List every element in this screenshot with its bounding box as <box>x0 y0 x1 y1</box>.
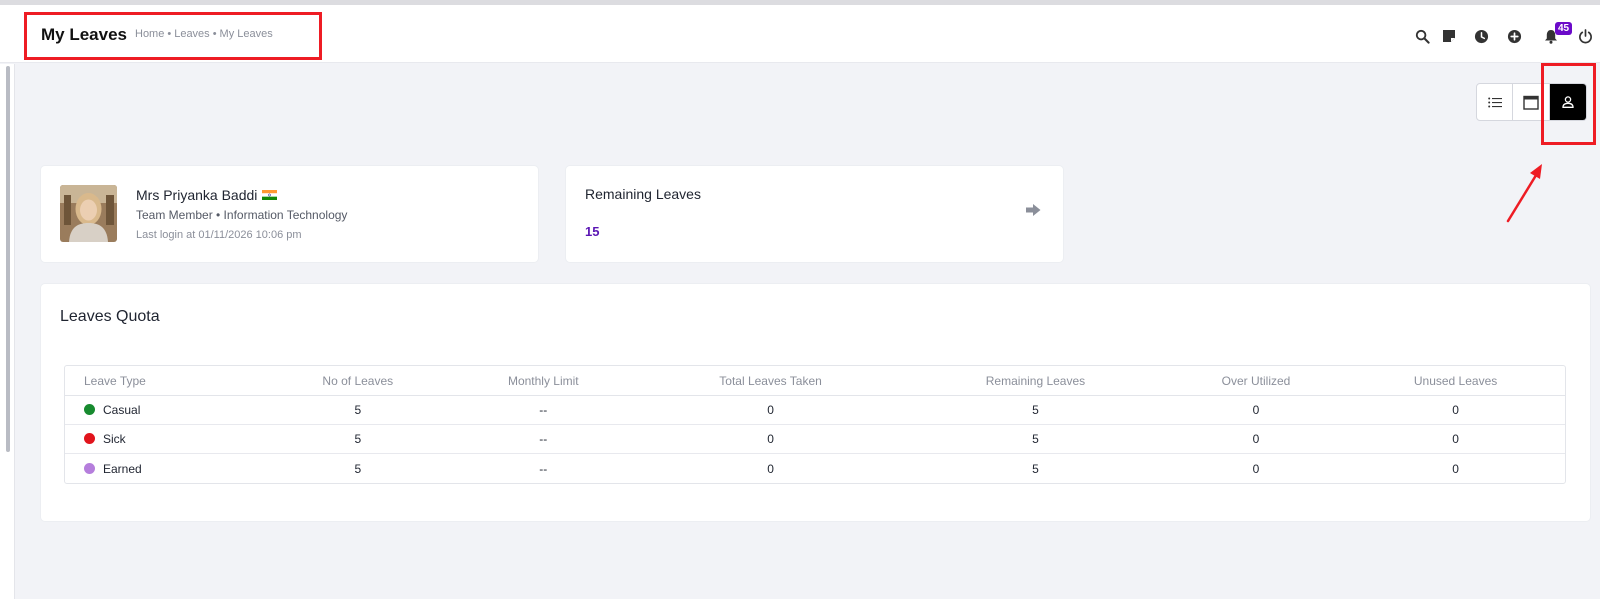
column-header: Total Leaves Taken <box>636 366 906 396</box>
breadcrumb-home[interactable]: Home <box>135 28 164 40</box>
column-header: Leave Type <box>65 366 265 396</box>
calendar-view-icon <box>1523 95 1539 110</box>
calendar-view-button[interactable] <box>1513 84 1550 120</box>
table-cell: 0 <box>1346 396 1565 425</box>
remaining-leaves-card: Remaining Leaves 15 <box>566 166 1063 262</box>
table-cell: 5 <box>265 425 451 454</box>
profile-view-icon <box>1562 96 1574 108</box>
table-cell: 0 <box>767 461 774 476</box>
table-cell: 0 <box>636 425 906 454</box>
search-icon[interactable] <box>1413 27 1431 45</box>
table-cell: -- <box>450 425 637 454</box>
table-cell: 5 <box>905 425 1166 454</box>
last-login: Last login at 01/11/2026 10:06 pm <box>136 229 302 241</box>
leave-color-dot <box>84 433 95 444</box>
leaves-quota-card: Leaves Quota Leave Type No of Leaves Mon… <box>41 284 1590 521</box>
breadcrumb-separator: • <box>167 28 172 40</box>
breadcrumb-leaves[interactable]: Leaves <box>174 28 209 40</box>
table-cell: 0 <box>1452 461 1459 476</box>
leave-type-cell: Casual <box>65 396 265 425</box>
table-row: Earned 5 -- 0 5 0 0 <box>65 454 1565 483</box>
view-toggle <box>1476 83 1587 121</box>
table-header-row: Leave Type No of Leaves Monthly Limit To… <box>65 366 1565 396</box>
table-cell: 5 <box>265 396 451 425</box>
leave-color-dot <box>84 404 95 415</box>
leave-type: Sick <box>103 432 126 446</box>
profile-name-row: Mrs Priyanka Baddi <box>136 187 278 203</box>
leave-type-cell: Earned <box>65 454 265 483</box>
left-scrollbar[interactable] <box>6 66 10 452</box>
leave-type-cell: Sick <box>65 425 265 454</box>
column-header: Unused Leaves <box>1346 366 1565 396</box>
leave-type: Casual <box>103 403 141 417</box>
leaves-quota-title: Leaves Quota <box>60 308 160 325</box>
avatar <box>60 185 117 242</box>
sticky-note-icon[interactable] <box>1440 27 1458 45</box>
list-view-icon <box>1487 97 1502 107</box>
clock-icon[interactable] <box>1472 27 1490 45</box>
india-flag-icon <box>262 190 278 200</box>
list-view-button[interactable] <box>1477 84 1514 120</box>
breadcrumb: Home • Leaves • My Leaves <box>135 28 273 40</box>
column-header: Monthly Limit <box>450 366 637 396</box>
column-header: No of Leaves <box>265 366 451 396</box>
table-row: Casual 5 -- 0 5 0 0 <box>65 396 1565 425</box>
profile-name: Mrs Priyanka Baddi <box>136 187 258 203</box>
table-cell: -- <box>539 461 548 476</box>
table-cell: 0 <box>1165 425 1347 454</box>
table-cell: 0 <box>1252 461 1260 476</box>
table-cell: 5 <box>1032 461 1039 476</box>
leave-type: Earned <box>103 461 142 476</box>
remaining-leaves-value: 15 <box>585 224 600 239</box>
profile-role: Team Member • Information Technology <box>136 208 348 222</box>
column-header: Remaining Leaves <box>905 366 1166 396</box>
plus-circle-icon[interactable] <box>1505 27 1523 45</box>
page-title: My Leaves <box>41 25 127 44</box>
table-cell: 0 <box>1165 396 1347 425</box>
table-cell: 0 <box>636 396 906 425</box>
breadcrumb-my-leaves: My Leaves <box>219 28 273 40</box>
table-cell: 5 <box>354 461 362 476</box>
annotation-arrow-icon <box>1506 164 1542 223</box>
remaining-leaves-title: Remaining Leaves <box>585 186 701 202</box>
leaves-quota-table: Leave Type No of Leaves Monthly Limit To… <box>64 365 1566 484</box>
table-cell: 0 <box>1346 425 1565 454</box>
sign-out-icon[interactable] <box>1025 203 1042 222</box>
leave-color-dot <box>84 462 95 474</box>
profile-view-button[interactable] <box>1549 84 1586 120</box>
table-cell: -- <box>450 396 637 425</box>
power-icon[interactable] <box>1576 27 1594 45</box>
breadcrumb-separator: • <box>212 28 217 40</box>
notification-badge[interactable]: 45 <box>1555 22 1573 35</box>
table-row: Sick 5 -- 0 5 0 0 <box>65 425 1565 454</box>
page-header: My Leaves Home • Leaves • My Leaves 45 <box>0 5 1600 63</box>
column-header: Over Utilized <box>1165 366 1347 396</box>
table-cell: 5 <box>905 396 1166 425</box>
profile-card: Mrs Priyanka Baddi Team Member • Informa… <box>41 166 538 262</box>
